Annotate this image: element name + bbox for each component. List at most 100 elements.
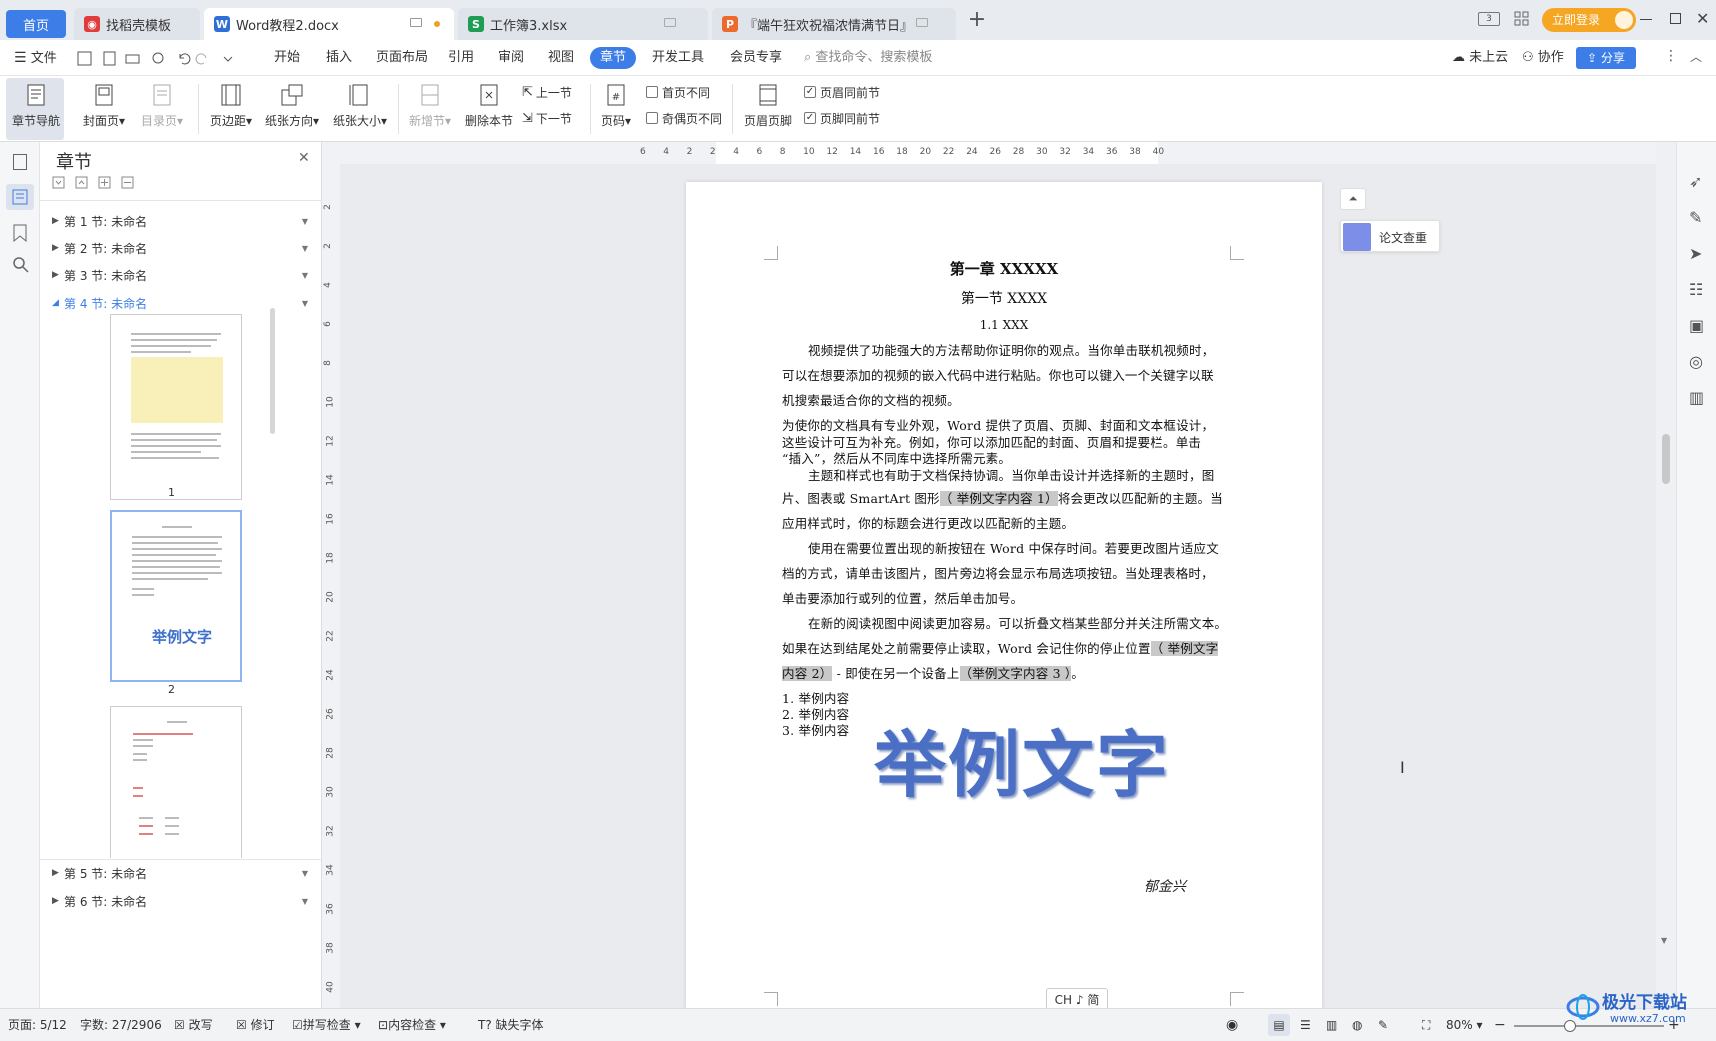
tab-templates[interactable]: ◉ 找稻壳模板 (74, 8, 200, 40)
odd-even-diff-checkbox[interactable]: 奇偶页不同 (646, 108, 722, 128)
menu-insert[interactable]: 插入 (326, 40, 352, 76)
section-item-1[interactable]: ▶ 第 1 节: 未命名 ▼ (52, 210, 312, 232)
bookmark-icon[interactable] (13, 224, 27, 242)
dropdown-icon[interactable]: ▼ (302, 299, 308, 308)
next-section-button[interactable]: ⇲ 下一节 (522, 108, 572, 128)
window-layout-icon[interactable]: 3 (1478, 12, 1500, 26)
cover-page-button[interactable]: 封面页▾ (76, 80, 132, 138)
paper-size-button[interactable]: 纸张大小▾ (328, 80, 392, 138)
page-thumbnail-3[interactable] (110, 706, 242, 858)
word-art[interactable]: 举例文字 (874, 706, 1170, 811)
minimize-icon[interactable] (1640, 19, 1652, 20)
menu-developer[interactable]: 开发工具 (652, 40, 704, 76)
new-tab-icon[interactable]: + (966, 9, 988, 32)
apps-grid-icon[interactable] (1514, 11, 1530, 27)
page-thumbnail-2[interactable]: 举例文字 (110, 510, 242, 682)
prev-section-button[interactable]: ⇱ 上一节 (522, 82, 572, 102)
sliders-icon[interactable]: ☷ (1689, 280, 1703, 299)
chapter-panel-toggle[interactable] (6, 184, 34, 210)
login-button[interactable]: 立即登录 (1542, 8, 1636, 32)
rocket-icon[interactable]: ➶ (1689, 172, 1702, 191)
new-section-button[interactable]: 新增节▾ (404, 80, 456, 138)
margin-button[interactable]: 页边距▾ (204, 80, 258, 138)
web-view-icon[interactable]: ◍ (1352, 1009, 1362, 1041)
dropdown-icon[interactable]: ▼ (302, 897, 308, 906)
pen-icon[interactable]: ✎ (1689, 208, 1702, 227)
collapse-ribbon-icon[interactable]: ︿ (1690, 48, 1702, 65)
highlighted-field[interactable]: （ 举例文字内容 1） (939, 491, 1058, 506)
page-number-button[interactable]: # 页码▾ (596, 80, 636, 138)
write-view-icon[interactable]: ✎ (1378, 1009, 1388, 1041)
page-view-button[interactable]: ▤ (1268, 1014, 1290, 1036)
compass-icon[interactable]: ◎ (1689, 352, 1703, 371)
more-icon[interactable]: ⋮ (1664, 48, 1678, 64)
toc-page-button[interactable]: 目录页▾ (134, 80, 190, 138)
close-window-icon[interactable]: ✕ (1696, 9, 1709, 28)
fit-page-icon[interactable]: ⛶ (1422, 1009, 1430, 1041)
highlighted-field[interactable]: （ 举例文字 (1150, 641, 1219, 656)
content-check-button[interactable]: ⊡内容检查 ▾ (378, 1009, 446, 1041)
page-indicator[interactable]: 页面: 5/12 (8, 1009, 67, 1041)
menu-layout[interactable]: 页面布局 (376, 40, 428, 76)
menu-review[interactable]: 审阅 (498, 40, 524, 76)
book-icon[interactable]: ▥ (1689, 388, 1704, 407)
highlighted-field[interactable]: 内容 2） (782, 666, 833, 681)
tab-workbook[interactable]: S 工作簿3.xlsx (458, 8, 708, 40)
footer-same-checkbox[interactable]: ✓ 页脚同前节 (804, 108, 880, 128)
eye-protection-icon[interactable]: ◉ (1226, 1009, 1238, 1041)
float-collapse-button[interactable]: ⏶ (1340, 188, 1366, 210)
document-scrollbar[interactable]: ▼ (1656, 142, 1676, 1008)
zoom-out-icon[interactable]: − (1494, 1009, 1506, 1041)
section-item-5[interactable]: ▶ 第 5 节: 未命名 ▼ (52, 862, 312, 884)
cloud-status[interactable]: ☁ 未上云 (1452, 40, 1508, 76)
page-thumbnail-1[interactable] (110, 314, 242, 500)
spell-check-button[interactable]: ☑拼写检查 ▾ (292, 1009, 361, 1041)
command-search[interactable]: ⌕ 查找命令、搜索模板 (804, 40, 932, 76)
tab-word-doc[interactable]: W Word教程2.docx (204, 8, 454, 40)
menu-section[interactable]: 章节 (590, 47, 637, 69)
menu-view[interactable]: 视图 (548, 40, 574, 76)
menu-start[interactable]: 开始 (274, 40, 300, 76)
delete-section-button[interactable]: 删除本节 (460, 80, 518, 138)
vertical-ruler[interactable]: 224681012141618202224262830323436384042 (322, 164, 340, 1032)
maximize-icon[interactable] (1670, 13, 1681, 24)
outline-view-icon[interactable]: ☰ (1300, 1009, 1311, 1041)
outline-icon[interactable] (13, 154, 27, 170)
dropdown-icon[interactable]: ▼ (302, 217, 308, 226)
orientation-button[interactable]: 纸张方向▾ (260, 80, 324, 138)
menu-references[interactable]: 引用 (448, 40, 474, 76)
header-footer-button[interactable]: 页眉页脚 (738, 80, 798, 138)
plagiarism-check-button[interactable]: 论文查重 (1340, 220, 1440, 252)
word-count[interactable]: 字数: 27/2906 (80, 1009, 162, 1041)
revise-toggle[interactable]: ☒ 修订 (236, 1009, 275, 1041)
file-menu[interactable]: ☰ 文件 (14, 40, 57, 76)
zoom-level[interactable]: 80% ▾ (1446, 1009, 1483, 1041)
image-edit-icon[interactable]: ▣ (1689, 316, 1704, 335)
share-button[interactable]: ⇪ 分享 (1576, 47, 1636, 69)
first-page-diff-checkbox[interactable]: 首页不同 (646, 82, 710, 102)
menu-member[interactable]: 会员专享 (730, 40, 782, 76)
scroll-thumb[interactable] (1662, 434, 1670, 484)
tab-presentation[interactable]: P 『端午狂欢祝福浓情满节日』 (712, 8, 956, 40)
document-page[interactable]: 第一章 XXXXX 第一节 XXXX 1.1 XXX 视频提供了功能强大的方法帮… (686, 182, 1322, 1008)
highlighted-field[interactable]: （举例文字内容 3 ） (959, 666, 1072, 681)
dropdown-icon[interactable]: ▼ (302, 869, 308, 878)
horizontal-ruler[interactable]: 6 4 2 2 4 6 8 10 12 14 16 18 20 22 24 26 28 30 32 34 36 38 40 (322, 142, 1666, 164)
rewrite-toggle[interactable]: ☒ 改写 (174, 1009, 213, 1041)
pointer-icon[interactable]: ➤ (1689, 244, 1702, 263)
section-nav-button[interactable]: 章节导航 (8, 80, 64, 138)
dropdown-icon[interactable]: ▼ (302, 244, 308, 253)
close-panel-icon[interactable]: ✕ (298, 150, 310, 166)
section-item-3[interactable]: ▶ 第 3 节: 未命名 ▼ (52, 264, 312, 286)
section-item-6[interactable]: ▶ 第 6 节: 未命名 ▼ (52, 890, 312, 912)
read-view-icon[interactable]: ▥ (1326, 1009, 1337, 1041)
scroll-down-icon[interactable]: ▼ (1661, 936, 1667, 945)
dropdown-icon[interactable]: ▼ (302, 271, 308, 280)
header-same-checkbox[interactable]: ✓ 页眉同前节 (804, 82, 880, 102)
section-item-2[interactable]: ▶ 第 2 节: 未命名 ▼ (52, 237, 312, 259)
find-icon[interactable] (12, 256, 30, 274)
missing-font-button[interactable]: T? 缺失字体 (478, 1009, 544, 1041)
panel-scrollbar[interactable] (270, 308, 275, 434)
tab-home[interactable]: 首页 (6, 10, 66, 38)
collab-button[interactable]: ⚇ 协作 (1522, 40, 1564, 76)
